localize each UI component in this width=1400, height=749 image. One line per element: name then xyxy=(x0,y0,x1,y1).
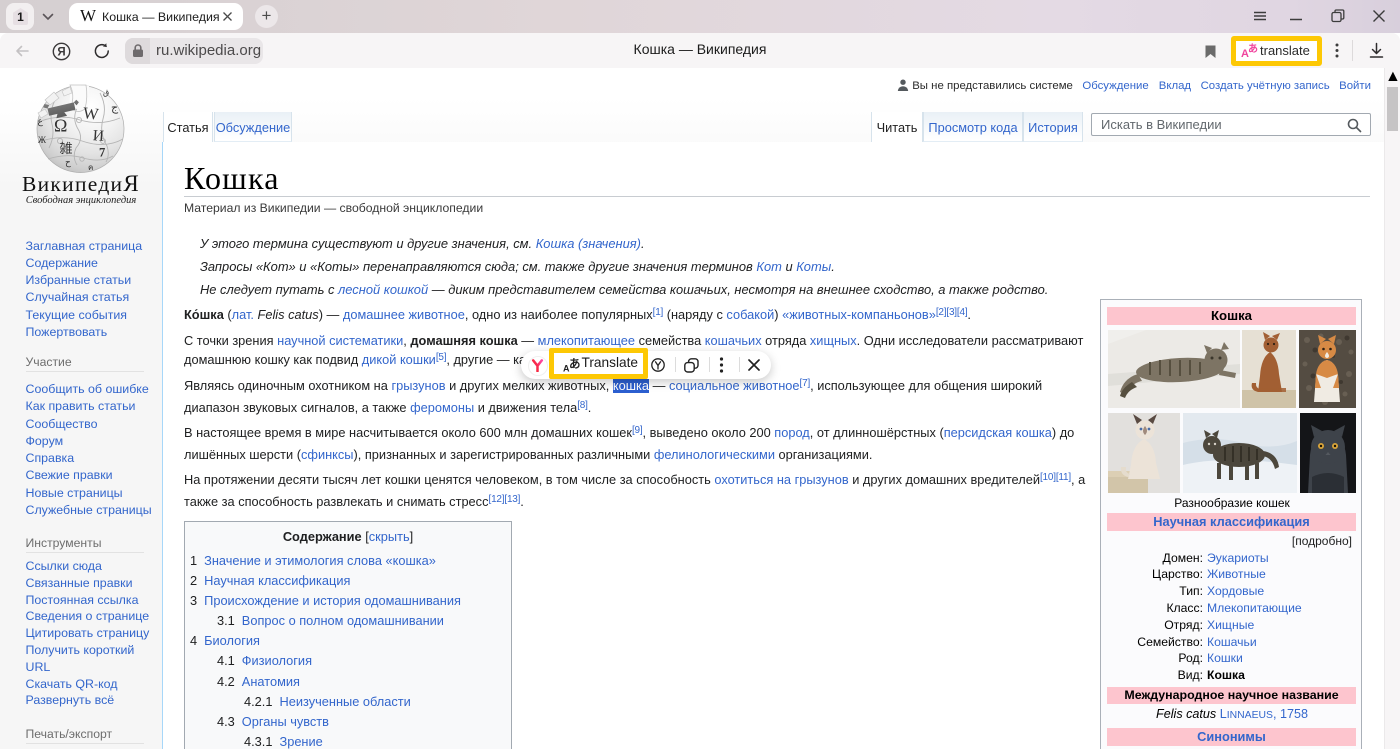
svg-text:ع: ع xyxy=(38,116,44,127)
svg-text:W: W xyxy=(82,103,100,124)
svg-text:雑: 雑 xyxy=(60,141,73,156)
svg-text:7: 7 xyxy=(99,146,105,160)
svg-text:ح: ح xyxy=(65,157,71,168)
svg-text:ق: ق xyxy=(103,88,109,97)
svg-text:Ж: Ж xyxy=(38,135,47,145)
svg-text:あ: あ xyxy=(569,357,580,370)
svg-text:Ω: Ω xyxy=(54,116,67,136)
svg-text:И: И xyxy=(92,127,104,145)
svg-text:ج: ج xyxy=(111,102,119,114)
svg-text:あ: あ xyxy=(1248,43,1258,55)
